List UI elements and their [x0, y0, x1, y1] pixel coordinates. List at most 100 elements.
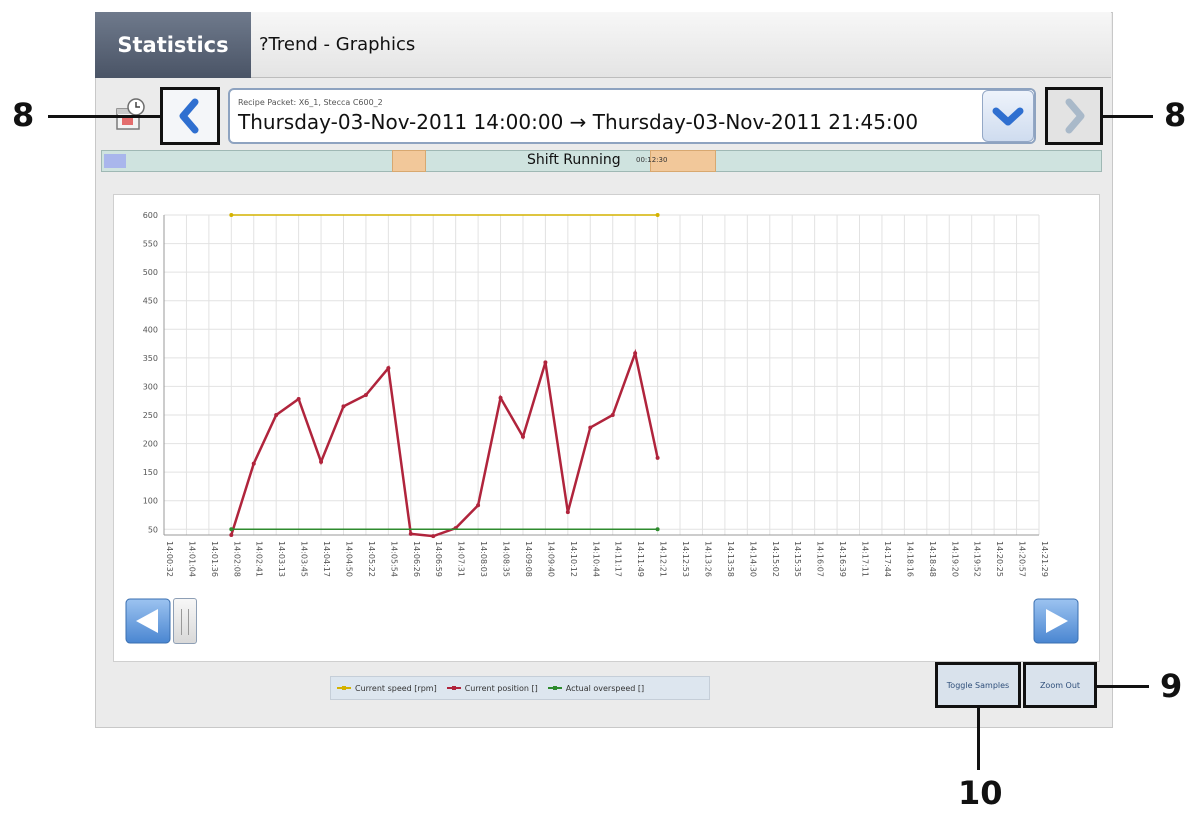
- data-point-1: [610, 413, 615, 417]
- scroll-thumb[interactable]: [173, 598, 197, 644]
- data-point-0: [229, 213, 234, 217]
- y-tick-label: 200: [143, 440, 158, 449]
- series-line-1: [230, 348, 659, 538]
- callout-box-toggle: [935, 662, 1021, 708]
- x-tick-label: 14:13:26: [703, 541, 712, 577]
- legend-item-position: Current position []: [446, 683, 538, 693]
- x-tick-label: 14:19:52: [973, 541, 982, 577]
- callout-number-prev: 8: [12, 96, 35, 134]
- y-tick-label: 300: [143, 382, 158, 391]
- y-tick-label: 350: [143, 354, 158, 363]
- data-point-1: [274, 413, 279, 417]
- x-tick-label: 14:03:45: [300, 541, 309, 577]
- scroll-left-button[interactable]: [125, 598, 171, 644]
- legend-label-speed: Current speed [rpm]: [355, 683, 437, 693]
- x-tick-label: 14:04:50: [344, 541, 353, 577]
- data-point-1: [251, 461, 256, 466]
- y-tick-label: 50: [148, 525, 158, 534]
- page-title: ?Trend - Graphics: [251, 12, 1111, 78]
- trend-chart: 50 100 150 200 250 300 350 400 450 500 550 600 14:00…: [143, 211, 1049, 577]
- arrow-right-icon: [1033, 598, 1079, 644]
- data-point-1: [565, 510, 570, 515]
- x-tick-label: 14:17:11: [861, 541, 870, 577]
- data-point-1: [476, 503, 481, 508]
- chart-legend: Current speed [rpm] Current position [] …: [330, 676, 710, 700]
- data-point-1: [341, 404, 346, 409]
- legend-label-position: Current position []: [464, 683, 538, 693]
- data-point-1: [319, 459, 324, 464]
- x-tick-label: 14:18:48: [928, 541, 937, 577]
- data-point-1: [655, 455, 660, 460]
- data-point-1: [498, 395, 503, 400]
- x-tick-label: 14:09:08: [524, 541, 533, 577]
- y-tick-label: 450: [143, 297, 158, 306]
- callout-line-zoom: [1097, 685, 1149, 688]
- shift-status-label: Shift Running: [527, 152, 621, 168]
- date-range-text: Thursday-03-Nov-2011 14:00:00 → Thursday…: [238, 110, 919, 134]
- legend-item-overspeed: Actual overspeed []: [547, 683, 645, 693]
- x-tick-label: 14:16:07: [816, 541, 825, 577]
- x-tick-label: 14:06:26: [412, 541, 421, 577]
- data-point-2: [229, 527, 234, 532]
- legend-label-overspeed: Actual overspeed []: [565, 683, 645, 693]
- x-tick-label: 14:08:35: [502, 541, 511, 577]
- x-tick-label: 14:00:32: [165, 541, 174, 577]
- legend-swatch-overspeed: [547, 686, 562, 690]
- x-tick-label: 14:18:16: [905, 541, 914, 577]
- y-tick-label: 100: [143, 497, 158, 506]
- data-point-1: [296, 397, 301, 401]
- scroll-right-button[interactable]: [1033, 598, 1079, 644]
- x-tick-label: 14:03:13: [277, 541, 286, 577]
- x-tick-label: 14:12:53: [681, 541, 690, 577]
- x-tick-label: 14:15:02: [771, 541, 780, 577]
- x-tick-label: 14:15:35: [793, 541, 802, 577]
- x-tick-label: 14:17:44: [883, 541, 892, 577]
- date-range-dropdown-button[interactable]: [982, 90, 1034, 142]
- x-tick-label: 14:11:17: [614, 541, 623, 577]
- y-tick-label: 500: [143, 268, 158, 277]
- x-tick-label: 14:06:59: [434, 541, 443, 577]
- x-tick-label: 14:12:21: [659, 541, 668, 577]
- data-point-1: [408, 531, 413, 536]
- x-tick-label: 14:10:12: [569, 541, 578, 577]
- x-tick-label: 14:10:44: [591, 541, 600, 577]
- data-point-0: [655, 213, 660, 217]
- callout-box-next: [1045, 87, 1103, 145]
- y-tick-label: 150: [143, 468, 158, 477]
- x-tick-label: 14:16:39: [838, 541, 847, 577]
- data-point-1: [431, 534, 436, 539]
- callout-line-next: [1103, 115, 1153, 118]
- y-tick-label: 250: [143, 411, 158, 420]
- data-point-1: [633, 351, 638, 356]
- x-tick-label: 14:21:29: [1040, 541, 1049, 577]
- x-tick-label: 14:11:49: [636, 541, 645, 577]
- arrow-left-icon: [125, 598, 171, 644]
- callout-box-prev: [160, 87, 220, 145]
- y-tick-label: 600: [143, 211, 158, 220]
- recipe-info: Recipe Packet: X6_1, Stecca C600_2: [238, 98, 383, 107]
- x-tick-label: 14:20:25: [995, 541, 1004, 577]
- legend-swatch-speed: [337, 686, 351, 690]
- shift-indicator-left: [104, 154, 126, 168]
- x-tick-label: 14:20:57: [1018, 541, 1027, 577]
- x-tick-label: 14:01:04: [187, 541, 196, 577]
- y-tick-label: 550: [143, 240, 158, 249]
- shift-start-marker[interactable]: [392, 150, 426, 172]
- x-tick-label: 14:14:30: [748, 541, 757, 577]
- legend-item-speed: Current speed [rpm]: [337, 684, 437, 693]
- chevron-down-icon: [992, 107, 1024, 126]
- data-point-1: [229, 533, 234, 537]
- data-point-1: [386, 366, 391, 371]
- callout-line-prev: [48, 115, 160, 118]
- data-point-1: [588, 425, 593, 430]
- callout-number-toggle: 10: [958, 774, 1003, 812]
- x-tick-label: 14:05:22: [367, 541, 376, 577]
- scroll-thumb-grip: [181, 609, 189, 635]
- x-tick-label: 14:19:20: [950, 541, 959, 577]
- data-point-1: [520, 434, 525, 439]
- shift-time: 00:12:30: [636, 156, 668, 164]
- tab-statistics[interactable]: Statistics: [95, 12, 251, 78]
- x-tick-label: 14:02:41: [255, 541, 264, 577]
- date-range-field: Recipe Packet: X6_1, Stecca C600_2 Thurs…: [228, 88, 1036, 144]
- legend-swatch-position: [446, 686, 461, 690]
